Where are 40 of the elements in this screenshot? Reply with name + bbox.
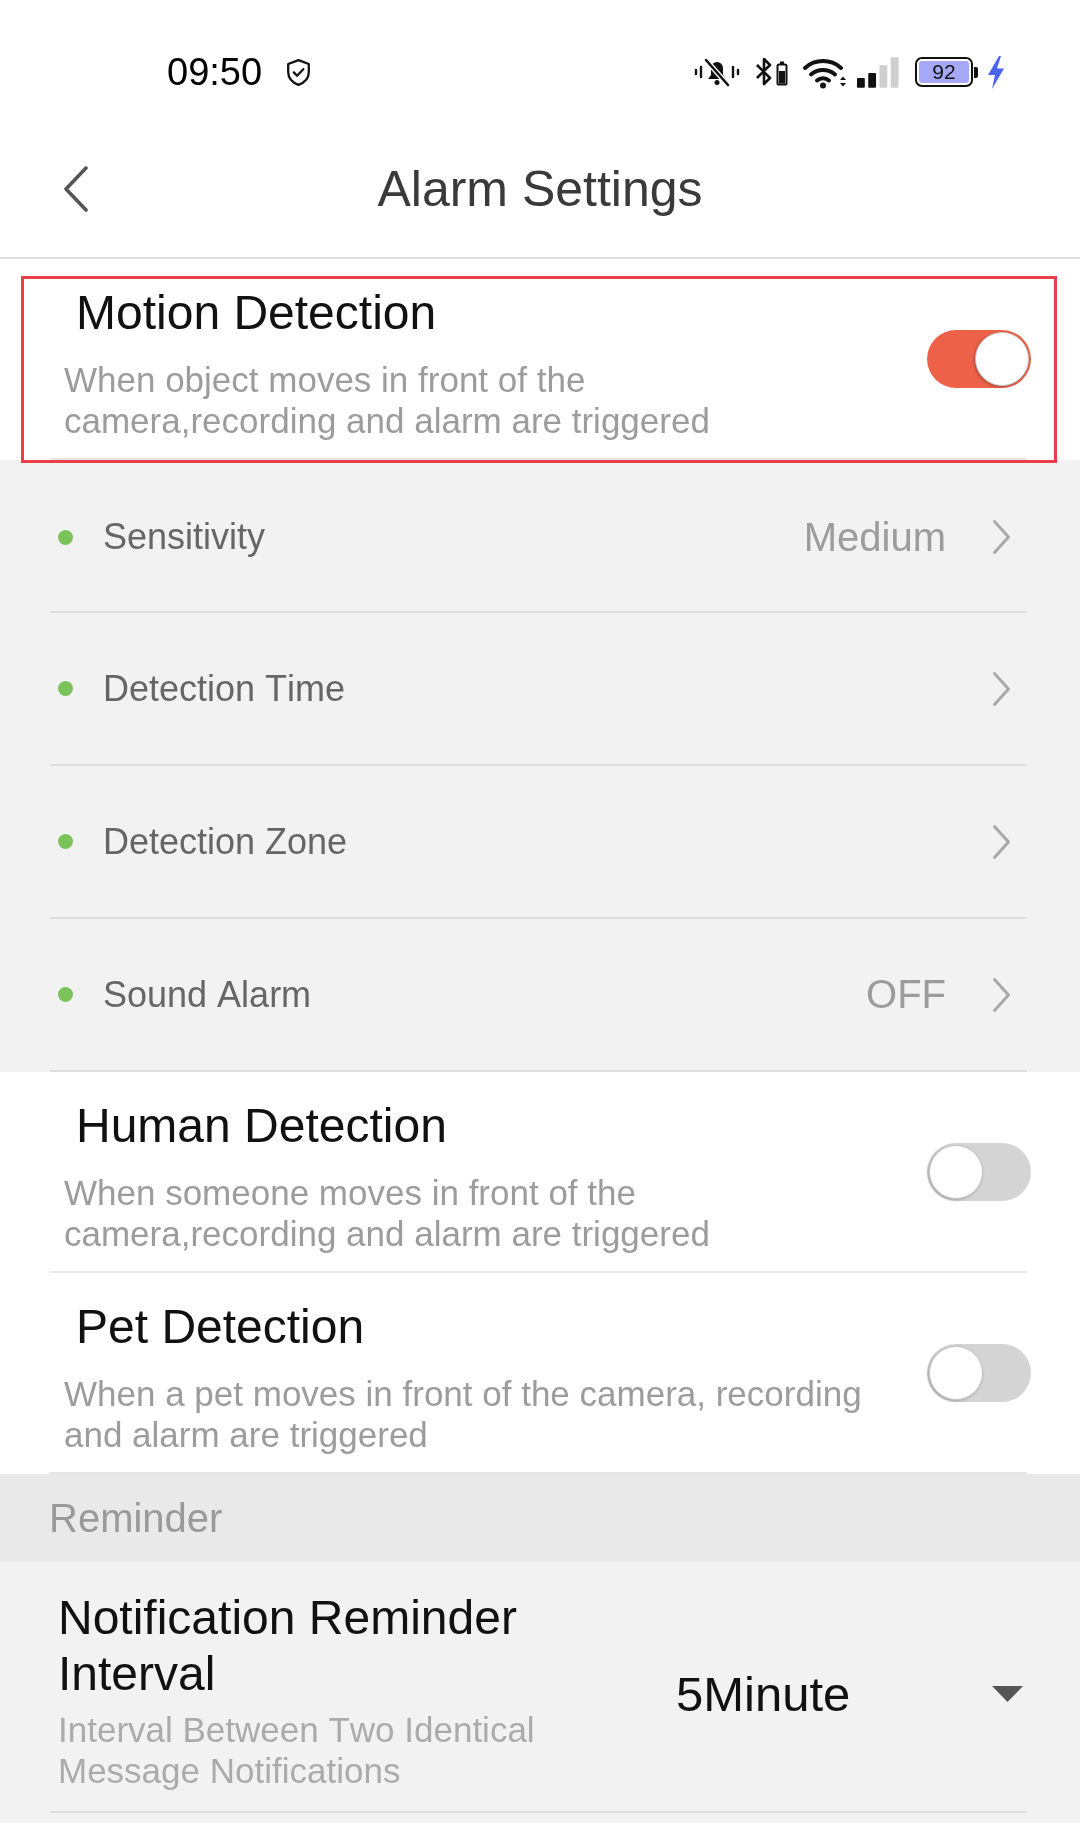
bluetooth-icon	[754, 56, 790, 88]
interval-dropdown[interactable]: 5Minute	[676, 1664, 1023, 1723]
dot-icon	[58, 834, 73, 849]
caret-down-icon	[992, 1685, 1023, 1702]
bell-off-icon	[693, 57, 741, 87]
dot-icon	[58, 529, 73, 545]
shield-check-icon	[287, 58, 311, 86]
charging-bolt-icon	[986, 55, 1006, 89]
setting-title: Notification Reminder Interval	[58, 1590, 518, 1702]
setting-row[interactable]: Sensitivity Medium	[50, 463, 1027, 613]
battery-level-text: 92	[919, 61, 969, 83]
setting-label: Sensitivity	[103, 516, 266, 558]
setting-label: Detection Time	[103, 667, 346, 710]
setting-value: Medium	[803, 514, 946, 560]
dot-icon	[58, 987, 73, 1002]
chevron-right-icon	[992, 670, 1011, 707]
detection-description: When someone moves in front of the camera,recording and alarm are triggered	[63, 1172, 711, 1254]
toggle-switch[interactable]	[927, 330, 1031, 388]
chevron-right-icon	[992, 519, 1011, 555]
detection-title: Pet Detection	[75, 1299, 366, 1355]
detection-title: Human Detection	[75, 1098, 448, 1154]
toggle-switch[interactable]	[927, 1143, 1031, 1201]
setting-label: Sound Alarm	[103, 973, 312, 1016]
chevron-right-icon	[992, 823, 1011, 860]
page-title: Alarm Settings	[377, 159, 703, 218]
toggle-switch[interactable]	[927, 1344, 1031, 1402]
dot-icon	[58, 681, 73, 696]
section-header: Reminder	[0, 1474, 1080, 1562]
detection-description: When object moves in front of the camera,recording and alarm are triggered	[63, 359, 711, 441]
signal-icon	[857, 56, 900, 88]
setting-label: Detection Zone	[103, 820, 348, 863]
detection-description: When a pet moves in front of the camera, recording and alarm are triggered	[63, 1373, 863, 1455]
setting-description: Interval Between Two Identical Message Notifications	[58, 1709, 536, 1791]
status-time: 09:50	[167, 50, 263, 94]
setting-value: OFF	[866, 972, 946, 1017]
detection-title: Motion Detection	[75, 285, 438, 341]
setting-row[interactable]: Detection Time	[50, 613, 1027, 766]
setting-row[interactable]: Detection Zone	[50, 766, 1027, 919]
chevron-right-icon	[992, 976, 1011, 1013]
chevron-left-icon	[63, 166, 89, 212]
